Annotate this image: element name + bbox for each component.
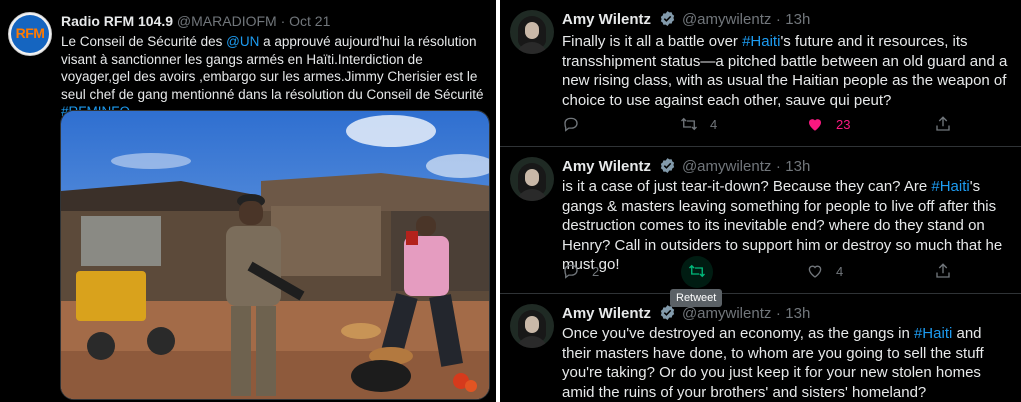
like-button[interactable]: 4	[806, 261, 843, 281]
tweet-time[interactable]: 13h	[785, 305, 810, 322]
share-icon	[936, 263, 950, 278]
verified-icon	[659, 157, 676, 174]
account-handle[interactable]: @MARADIOFM	[177, 13, 277, 29]
thread-tweet[interactable]: Amy Wilentz @amywilentz · 13h is it a ca…	[500, 147, 1021, 293]
action-bar: 4 23	[562, 114, 1002, 134]
tweet-header: Amy Wilentz @amywilentz · 13h	[562, 10, 810, 29]
author-name[interactable]: Amy Wilentz	[562, 305, 651, 322]
news-photo[interactable]	[60, 110, 490, 400]
separator-dot: ·	[775, 305, 781, 322]
tweet-header: Radio RFM 104.9 @MARADIOFM · Oct 21	[61, 13, 330, 29]
tweet-time[interactable]: 13h	[785, 11, 810, 28]
reply-count: 2	[592, 263, 600, 279]
retweet-count: 4	[710, 116, 718, 132]
author-handle[interactable]: @amywilentz	[682, 305, 771, 322]
retweet-tooltip: Retweet	[670, 289, 723, 307]
rfm-avatar[interactable]: RFM	[8, 12, 52, 56]
like-count: 23	[836, 116, 851, 132]
tweet-text-part: Finally is it all a battle over	[562, 33, 743, 50]
retweet-icon	[681, 117, 697, 131]
reply-button[interactable]: 2	[562, 261, 599, 281]
share-icon	[936, 116, 950, 131]
retweet-hover-highlight	[681, 256, 713, 288]
author-handle[interactable]: @amywilentz	[682, 158, 771, 175]
amy-avatar[interactable]	[510, 10, 554, 54]
tweet-text: Once you've destroyed an economy, as the…	[562, 324, 1014, 402]
hashtag-link[interactable]: #Haiti	[742, 33, 780, 50]
hashtag-link[interactable]: #Haiti	[931, 178, 969, 195]
author-name[interactable]: Amy Wilentz	[562, 11, 651, 28]
tweet-date[interactable]: Oct 21	[289, 13, 330, 29]
tweet-header: Amy Wilentz @amywilentz · 13h	[562, 157, 810, 176]
like-button[interactable]: 23	[806, 114, 850, 134]
right-thread-panel: Amy Wilentz @amywilentz · 13h Finally is…	[500, 0, 1021, 402]
tweet-text: Finally is it all a battle over #Haiti's…	[562, 32, 1014, 110]
tweet-time[interactable]: 13h	[785, 158, 810, 175]
thread-tweet[interactable]: Amy Wilentz @amywilentz · 13h Once you'v…	[500, 294, 1021, 402]
separator-dot: ·	[775, 158, 781, 175]
separator-dot: ·	[775, 11, 781, 28]
like-icon	[809, 119, 821, 131]
thread-tweet[interactable]: Amy Wilentz @amywilentz · 13h Finally is…	[500, 0, 1021, 146]
retweet-button[interactable]: 4	[680, 114, 717, 134]
reply-icon	[564, 117, 578, 132]
amy-avatar[interactable]	[510, 157, 554, 201]
author-name[interactable]: Amy Wilentz	[562, 158, 651, 175]
verified-icon	[659, 10, 676, 27]
reply-button[interactable]	[562, 114, 592, 134]
share-button[interactable]	[934, 261, 952, 281]
share-button[interactable]	[934, 114, 952, 134]
rfm-logo-text: RFM	[15, 25, 45, 41]
separator-dot: ·	[280, 13, 286, 29]
left-tweet-panel: RFM Radio RFM 104.9 @MARADIOFM · Oct 21 …	[0, 0, 496, 402]
tweet-text-part: is it a case of just tear-it-down? Becau…	[562, 178, 932, 195]
tweet-text: Le Conseil de Sécurité des @UN a approuv…	[61, 33, 491, 121]
tweet-text-part: Le Conseil de Sécurité des	[61, 34, 227, 49]
tweet-text-part: Once you've destroyed an economy, as the…	[562, 325, 914, 342]
amy-avatar[interactable]	[510, 304, 554, 348]
tweet-text: is it a case of just tear-it-down? Becau…	[562, 177, 1014, 275]
like-count: 4	[836, 263, 844, 279]
author-handle[interactable]: @amywilentz	[682, 11, 771, 28]
like-icon	[808, 265, 822, 278]
hashtag-link[interactable]: #Haiti	[914, 325, 952, 342]
reply-icon	[564, 264, 578, 279]
mention-link[interactable]: @UN	[226, 34, 259, 49]
action-bar: 2 4	[562, 261, 1002, 281]
account-name[interactable]: Radio RFM 104.9	[61, 13, 173, 29]
